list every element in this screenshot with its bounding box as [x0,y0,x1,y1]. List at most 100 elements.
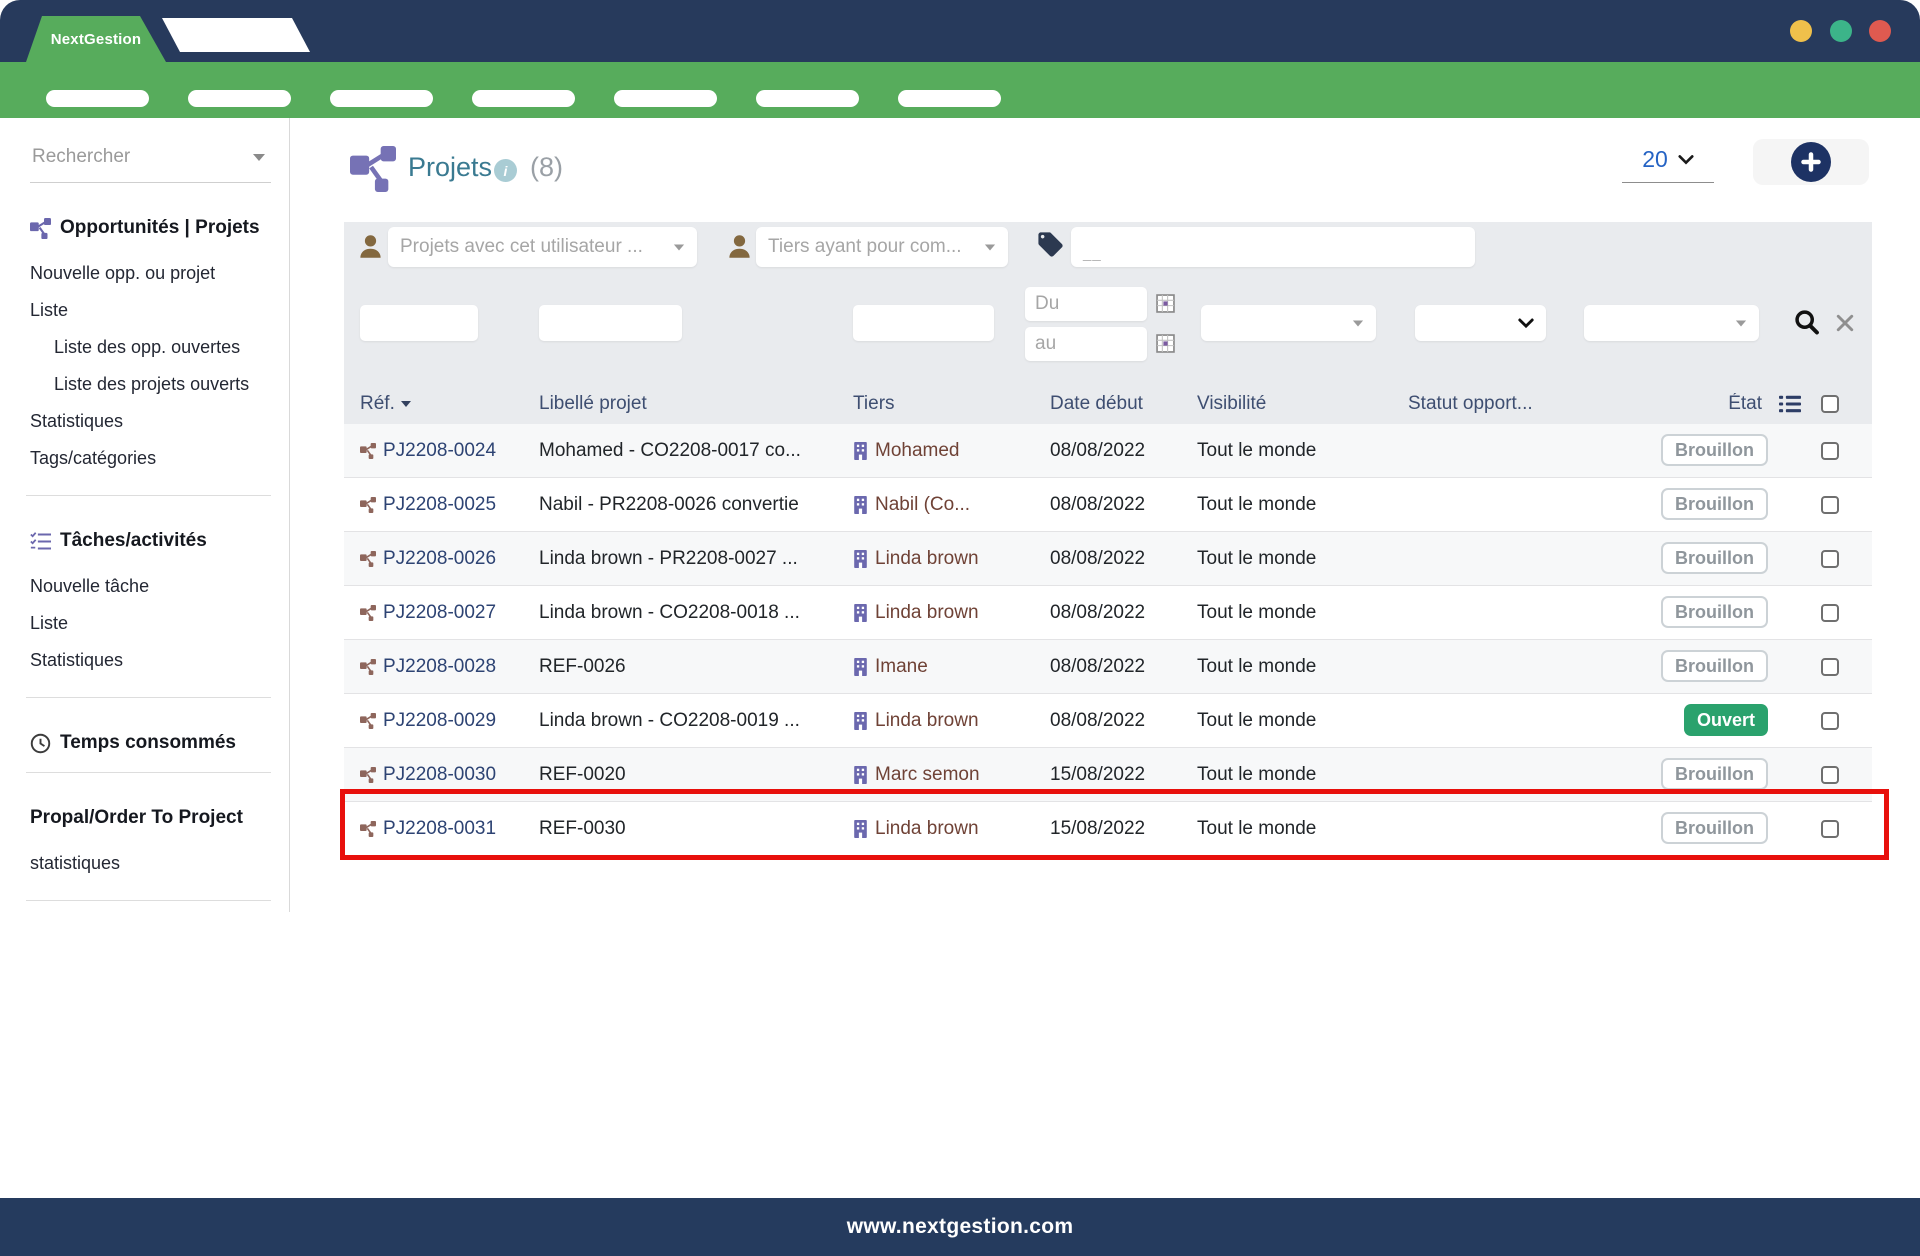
menu-pill[interactable] [330,90,433,107]
filter-ref-input[interactable] [360,305,478,341]
thirdparty-link[interactable]: Marc semon [875,764,980,786]
add-project-button[interactable] [1753,139,1869,185]
thirdparty-link[interactable]: Mohamed [875,440,960,462]
building-icon [853,496,868,514]
minimize-dot[interactable] [1790,20,1812,42]
thirdparty-link[interactable]: Nabil (Co... [875,494,970,516]
brand-tab[interactable]: NextGestion [26,16,166,62]
sidebar-title-temps[interactable]: Temps consommés [30,732,271,754]
sitemap-icon [30,218,51,239]
thirdparty-link[interactable]: Linda brown [875,710,979,732]
page-size-select[interactable]: 20 [1622,146,1714,183]
column-header-ref[interactable]: Réf. [360,393,539,415]
filter-tiers-input[interactable] [853,305,994,341]
tasks-icon [30,531,51,552]
column-header-etat[interactable]: État [1654,393,1768,415]
tag-input-placeholder: __ [1083,245,1102,262]
status-badge: Brouillon [1661,596,1768,628]
sidebar-title-taches[interactable]: Tâches/activités [30,530,271,552]
project-ref-link[interactable]: PJ2208-0025 [383,494,496,516]
row-checkbox[interactable] [1821,712,1839,730]
close-dot[interactable] [1869,20,1891,42]
tiers-cell: Imane [853,656,1050,678]
sidebar-item-statistiques-opp[interactable]: Statistiques [30,403,271,440]
row-checkbox[interactable] [1821,496,1839,514]
project-mini-icon [360,443,376,459]
filter-visibility-select[interactable] [1201,305,1376,341]
column-header-visibility[interactable]: Visibilité [1197,393,1408,415]
select-all-checkbox[interactable] [1821,395,1839,413]
sidebar-item-nouvelle-tache[interactable]: Nouvelle tâche [30,568,271,605]
footer: www.nextgestion.com [0,1198,1920,1256]
sidebar-item-liste-projets-ouverts[interactable]: Liste des projets ouverts [30,366,271,403]
sidebar-item-tags-categories[interactable]: Tags/catégories [30,440,271,477]
clear-filters-icon[interactable] [1836,314,1854,332]
tiers-cell: Mohamed [853,440,1050,462]
status-badge: Brouillon [1661,434,1768,466]
user-icon [726,233,753,260]
filter-thirdparty-select[interactable]: Tiers ayant pour com... [756,227,1008,267]
row-checkbox[interactable] [1821,550,1839,568]
column-header-label[interactable]: Libellé projet [539,393,853,415]
sidebar-item-nouvelle-opp[interactable]: Nouvelle opp. ou projet [30,255,271,292]
thirdparty-link[interactable]: Linda brown [875,602,979,624]
visibility-value: Tout le monde [1197,602,1408,624]
highlight-rectangle [340,789,1889,860]
menu-pill[interactable] [756,90,859,107]
sidebar-item-statistiques-taches[interactable]: Statistiques [30,642,271,679]
menu-pill[interactable] [46,90,149,107]
visibility-value: Tout le monde [1197,494,1408,516]
row-checkbox[interactable] [1821,442,1839,460]
row-checkbox[interactable] [1821,766,1839,784]
menu-pill[interactable] [614,90,717,107]
brand-label: NextGestion [51,31,142,48]
column-header-date[interactable]: Date début [1050,393,1197,415]
sidebar-item-liste-taches[interactable]: Liste [30,605,271,642]
secondary-tab[interactable] [162,18,310,52]
project-mini-icon [360,551,376,567]
thirdparty-link[interactable]: Linda brown [875,548,979,570]
calendar-icon[interactable] [1156,294,1175,313]
sidebar-item-liste-opp[interactable]: Liste [30,292,271,329]
project-label: Mohamed - CO2208-0017 co... [539,440,853,462]
filter-tag-input[interactable]: __ [1071,227,1475,267]
page-title: Projets [408,152,492,183]
chevron-down-icon [1678,154,1694,166]
maximize-dot[interactable] [1830,20,1852,42]
list-fields-icon[interactable] [1779,393,1801,415]
column-header-status[interactable]: Statut opport... [1408,393,1654,415]
filter-status-select[interactable] [1415,305,1546,341]
filter-etat-select[interactable] [1584,305,1759,341]
chevron-down-icon [1353,320,1363,326]
sidebar-search-select[interactable]: Rechercher [30,140,271,183]
search-icon[interactable] [1793,308,1821,336]
menu-pill[interactable] [472,90,575,107]
filter-date-from-input[interactable] [1025,287,1147,321]
status-badge: Ouvert [1684,704,1768,736]
menu-pill[interactable] [898,90,1001,107]
title-bar: NextGestion [0,0,1920,62]
start-date: 08/08/2022 [1050,602,1197,624]
menu-pill[interactable] [188,90,291,107]
filter-user-select[interactable]: Projets avec cet utilisateur ... [388,227,697,267]
start-date: 08/08/2022 [1050,548,1197,570]
project-ref-link[interactable]: PJ2208-0028 [383,656,496,678]
row-checkbox[interactable] [1821,604,1839,622]
row-checkbox[interactable] [1821,658,1839,676]
project-ref-link[interactable]: PJ2208-0026 [383,548,496,570]
calendar-icon[interactable] [1156,334,1175,353]
filter-label-input[interactable] [539,305,682,341]
project-ref-link[interactable]: PJ2208-0030 [383,764,496,786]
project-ref-link[interactable]: PJ2208-0027 [383,602,496,624]
sidebar-title-opportunites[interactable]: Opportunités | Projets [30,217,271,239]
project-ref-link[interactable]: PJ2208-0029 [383,710,496,732]
sidebar-item-statistiques-propal[interactable]: statistiques [30,845,271,882]
filter-date-to-input[interactable] [1025,327,1147,361]
info-icon[interactable]: i [494,159,517,182]
sidebar-title-propal[interactable]: Propal/Order To Project [30,807,271,829]
thirdparty-link[interactable]: Imane [875,656,928,678]
sidebar-item-liste-opp-ouvertes[interactable]: Liste des opp. ouvertes [30,329,271,366]
ref-cell: PJ2208-0026 [360,548,539,570]
column-header-tiers[interactable]: Tiers [853,393,1050,415]
project-ref-link[interactable]: PJ2208-0024 [383,440,496,462]
